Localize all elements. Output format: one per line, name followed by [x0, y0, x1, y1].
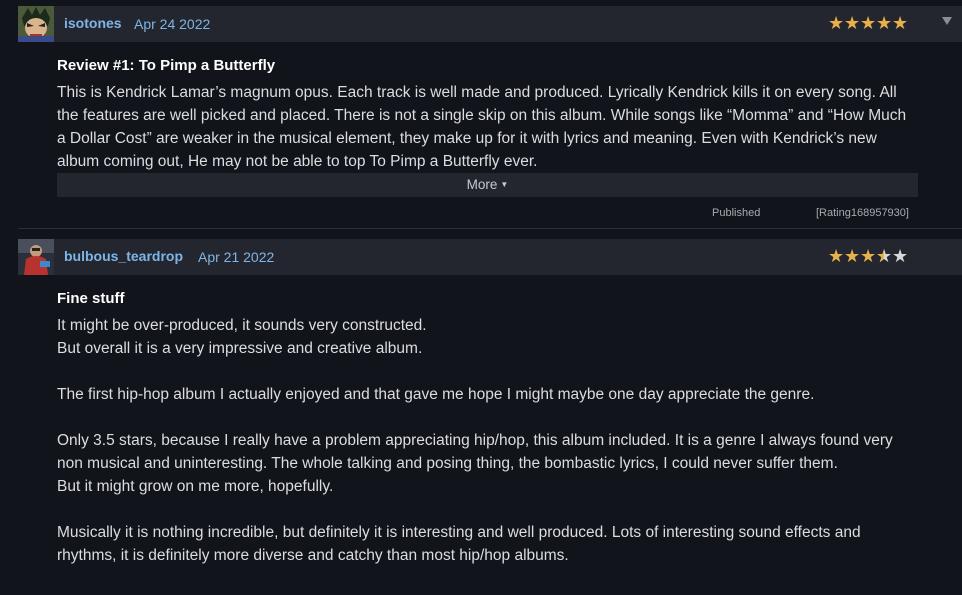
review-header: bulbous_teardrop Apr 21 2022 ★★★★ ★: [18, 239, 962, 275]
review-line: But it might grow on me more, hopefully.: [57, 478, 334, 495]
caret-down-icon: ▼: [500, 180, 509, 189]
review-line: It might be over-produced, it sounds ver…: [57, 317, 427, 334]
review-username[interactable]: bulbous_teardrop: [64, 248, 183, 264]
review-line: But overall it is a very impressive and …: [57, 340, 423, 357]
avatar[interactable]: [18, 6, 54, 42]
review-line: Only 3.5 stars, because I really have a …: [57, 432, 893, 472]
review-divider: [18, 228, 962, 229]
review-line: Musically it is nothing incredible, but …: [57, 524, 861, 564]
rating-stars: ★★★★★: [828, 13, 908, 33]
more-button[interactable]: More ▼: [57, 173, 918, 197]
star-icon: ★: [876, 13, 893, 33]
review-header: isotones Apr 24 2022 ★★★★★: [18, 6, 962, 42]
rating-stars: ★★★★★: [828, 246, 908, 266]
review-status: Published: [712, 207, 761, 219]
rating-id: [Rating168957930]: [816, 207, 909, 219]
review-line: The first hip-hop album I actually enjoy…: [57, 386, 815, 403]
star-icon: ★: [860, 13, 877, 33]
half-star-icon: ★: [876, 246, 892, 266]
review-title: Review #1: To Pimp a Butterfly: [57, 57, 276, 74]
star-icon: ★: [828, 246, 845, 266]
star-icon: ★: [892, 13, 909, 33]
star-icon: ★: [860, 246, 877, 266]
review-paragraph: This is Kendrick Lamar’s magnum opus. Ea…: [57, 84, 907, 170]
star-icon: ★: [844, 246, 861, 266]
more-label: More: [466, 177, 498, 192]
review-menu-dropdown-icon[interactable]: [942, 17, 952, 25]
review-username[interactable]: isotones: [64, 15, 122, 31]
review-body: This is Kendrick Lamar’s magnum opus. Ea…: [57, 81, 917, 173]
review-title: Fine stuff: [57, 290, 125, 307]
review-date: Apr 24 2022: [134, 16, 211, 32]
star-icon: ★: [844, 13, 861, 33]
star-icon: ★: [828, 13, 845, 33]
empty-star-icon: ★: [892, 246, 909, 266]
avatar[interactable]: [18, 239, 54, 275]
review-date: Apr 21 2022: [198, 249, 275, 265]
review-body: It might be over-produced, it sounds ver…: [57, 314, 917, 567]
